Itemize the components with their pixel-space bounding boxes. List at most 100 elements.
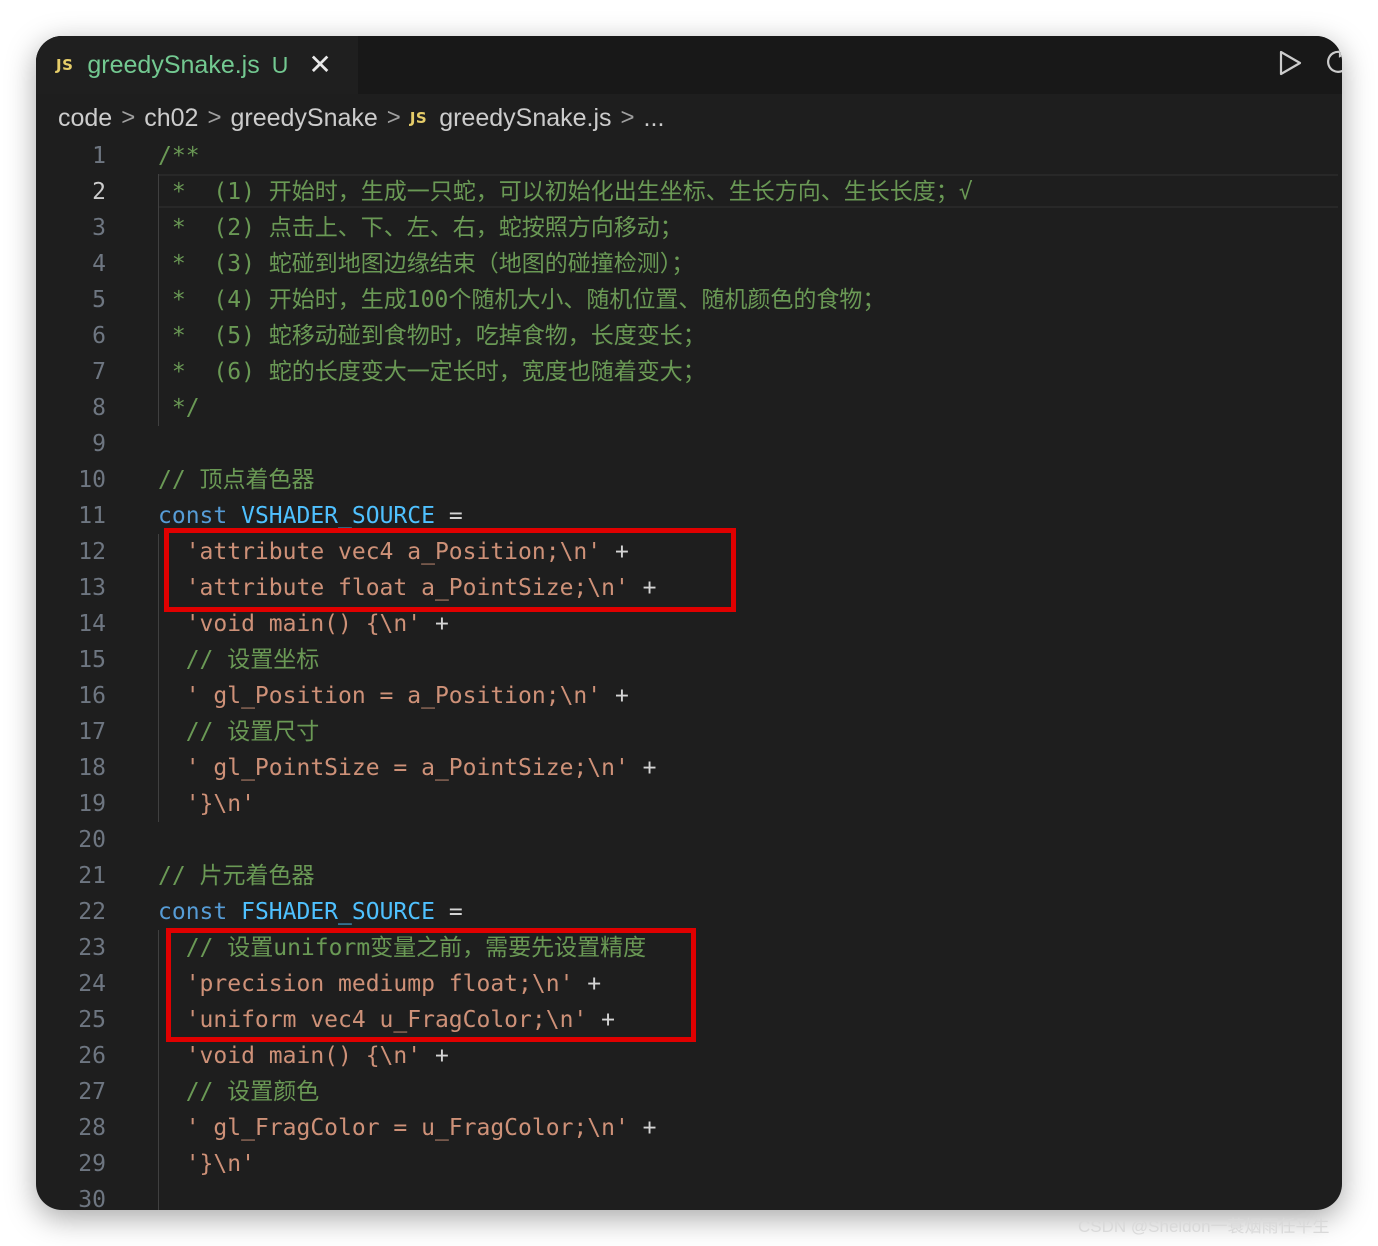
code-line[interactable]: 10 // 顶点着色器 <box>36 462 1342 498</box>
code-line[interactable]: 4 * (3) 蛇碰到地图边缘结束（地图的碰撞检测）； <box>36 246 1342 282</box>
code-token: = <box>434 899 463 925</box>
breadcrumb-item-code[interactable]: code <box>58 104 112 133</box>
code-token: ' gl_FragColor = u_FragColor;\n' <box>158 1115 629 1141</box>
code-line[interactable]: 3 * (2) 点击上、下、左、右，蛇按照方向移动； <box>36 210 1342 246</box>
code-line[interactable]: 2 * (1) 开始时，生成一只蛇，可以初始化出生坐标、生长方向、生长长度；√ <box>36 174 1342 210</box>
breadcrumb-item-file[interactable]: greedySnake.js <box>439 104 611 133</box>
line-number[interactable]: 23 <box>36 930 106 966</box>
js-file-icon: JS <box>56 56 74 74</box>
watermark: CSDN @Sheldon一蓑烟雨任平生 <box>1078 1217 1330 1236</box>
code-line[interactable]: 17 // 设置尺寸 <box>36 714 1342 750</box>
split-editor-icon[interactable] <box>1326 46 1342 76</box>
code-line[interactable]: 30 <box>36 1182 1342 1210</box>
line-number[interactable]: 15 <box>36 642 106 678</box>
line-number[interactable]: 6 <box>36 318 106 354</box>
line-code: // 顶点着色器 <box>158 462 315 498</box>
line-number[interactable]: 2 <box>36 174 106 210</box>
line-number[interactable]: 30 <box>36 1182 106 1210</box>
close-icon[interactable]: ✕ <box>308 51 331 79</box>
line-number[interactable]: 17 <box>36 714 106 750</box>
line-number[interactable]: 14 <box>36 606 106 642</box>
code-line[interactable]: 15 // 设置坐标 <box>36 642 1342 678</box>
line-number[interactable]: 25 <box>36 1002 106 1038</box>
code-token: ' gl_Position = a_Position;\n' <box>158 683 602 709</box>
line-number[interactable]: 3 <box>36 210 106 246</box>
tab-bar: JS greedySnake.js U ✕ <box>36 36 1342 94</box>
untracked-status-badge: U <box>271 51 289 78</box>
line-number[interactable]: 8 <box>36 390 106 426</box>
code-line[interactable]: 7 * (6) 蛇的长度变大一定长时，宽度也随着变大； <box>36 354 1342 390</box>
editor-window: JS greedySnake.js U ✕ code > ch02 > gree… <box>36 36 1342 1210</box>
chevron-right-icon: > <box>207 104 222 131</box>
code-token: const <box>158 503 242 529</box>
code-token: FSHADER_SOURCE <box>241 899 435 925</box>
code-line[interactable]: 16 ' gl_Position = a_Position;\n' + <box>36 678 1342 714</box>
code-line[interactable]: 9 <box>36 426 1342 462</box>
code-token: + <box>421 611 449 637</box>
line-number[interactable]: 10 <box>36 462 106 498</box>
line-number[interactable]: 21 <box>36 858 106 894</box>
line-number[interactable]: 13 <box>36 570 106 606</box>
line-code: */ <box>158 390 200 426</box>
line-number[interactable]: 11 <box>36 498 106 534</box>
breadcrumb-symbols[interactable]: ... <box>644 104 665 133</box>
line-code: const FSHADER_SOURCE = <box>158 894 463 930</box>
tab-filename: greedySnake.js <box>87 50 260 79</box>
code-line[interactable]: 22 const FSHADER_SOURCE = <box>36 894 1342 930</box>
line-number[interactable]: 4 <box>36 246 106 282</box>
code-token: 'void main() {\n' <box>158 611 422 637</box>
chevron-right-icon: > <box>121 104 136 131</box>
code-line[interactable]: 5 * (4) 开始时，生成100个随机大小、随机位置、随机颜色的食物； <box>36 282 1342 318</box>
code-line[interactable]: 18 ' gl_PointSize = a_PointSize;\n' + <box>36 750 1342 786</box>
code-line[interactable]: 27 // 设置颜色 <box>36 1074 1342 1110</box>
line-code: ' gl_FragColor = u_FragColor;\n' + <box>158 1110 657 1146</box>
code-line[interactable]: 28 ' gl_FragColor = u_FragColor;\n' + <box>36 1110 1342 1146</box>
line-code: '}\n' <box>158 786 255 822</box>
line-number[interactable]: 7 <box>36 354 106 390</box>
code-token: // 设置坐标 <box>158 647 320 673</box>
code-token: // 设置尺寸 <box>158 719 320 745</box>
code-token: * (1) 开始时，生成一只蛇，可以初始化出生坐标、生长方向、生长长度；√ <box>158 179 973 205</box>
line-number[interactable]: 16 <box>36 678 106 714</box>
line-number[interactable]: 24 <box>36 966 106 1002</box>
code-line[interactable]: 29 '}\n' <box>36 1146 1342 1182</box>
code-token: /** <box>158 143 200 169</box>
code-line[interactable]: 26 'void main() {\n' + <box>36 1038 1342 1074</box>
line-number[interactable]: 9 <box>36 426 106 462</box>
line-code: ' gl_PointSize = a_PointSize;\n' + <box>158 750 657 786</box>
line-code: * (2) 点击上、下、左、右，蛇按照方向移动； <box>158 210 683 246</box>
line-number[interactable]: 5 <box>36 282 106 318</box>
line-code: * (6) 蛇的长度变大一定长时，宽度也随着变大； <box>158 354 706 390</box>
line-code: * (3) 蛇碰到地图边缘结束（地图的碰撞检测）； <box>158 246 694 282</box>
line-number[interactable]: 20 <box>36 822 106 858</box>
line-number[interactable]: 1 <box>36 138 106 174</box>
line-code: // 片元着色器 <box>158 858 315 894</box>
line-number[interactable]: 26 <box>36 1038 106 1074</box>
play-icon[interactable] <box>1276 48 1304 78</box>
code-line[interactable]: 1 /** <box>36 138 1342 174</box>
chevron-right-icon: > <box>386 104 401 131</box>
code-token: const <box>158 899 242 925</box>
code-line[interactable]: 20 <box>36 822 1342 858</box>
line-code: // 设置尺寸 <box>158 714 320 750</box>
line-code: * (4) 开始时，生成100个随机大小、随机位置、随机颜色的食物； <box>158 282 885 318</box>
line-code: * (1) 开始时，生成一只蛇，可以初始化出生坐标、生长方向、生长长度；√ <box>158 174 973 210</box>
line-number[interactable]: 29 <box>36 1146 106 1182</box>
tab-greedysnake-js[interactable]: JS greedySnake.js U ✕ <box>36 36 358 94</box>
code-line[interactable]: 8 */ <box>36 390 1342 426</box>
line-number[interactable]: 19 <box>36 786 106 822</box>
line-number[interactable]: 22 <box>36 894 106 930</box>
code-token: + <box>628 1115 657 1141</box>
code-line[interactable]: 19 '}\n' <box>36 786 1342 822</box>
line-number[interactable]: 27 <box>36 1074 106 1110</box>
code-token: * (3) 蛇碰到地图边缘结束（地图的碰撞检测）； <box>158 251 695 277</box>
line-number[interactable]: 28 <box>36 1110 106 1146</box>
code-line[interactable]: 21 // 片元着色器 <box>36 858 1342 894</box>
breadcrumb-item-ch02[interactable]: ch02 <box>144 104 198 133</box>
line-number[interactable]: 18 <box>36 750 106 786</box>
code-line[interactable]: 6 * (5) 蛇移动碰到食物时，吃掉食物，长度变长； <box>36 318 1342 354</box>
code-token: '}\n' <box>158 791 255 817</box>
line-number[interactable]: 12 <box>36 534 106 570</box>
code-editor[interactable]: 1 /** 2 * (1) 开始时，生成一只蛇，可以初始化出生坐标、生长方向、生长长… <box>36 138 1342 1210</box>
breadcrumb-item-greedysnake[interactable]: greedySnake <box>230 104 377 133</box>
